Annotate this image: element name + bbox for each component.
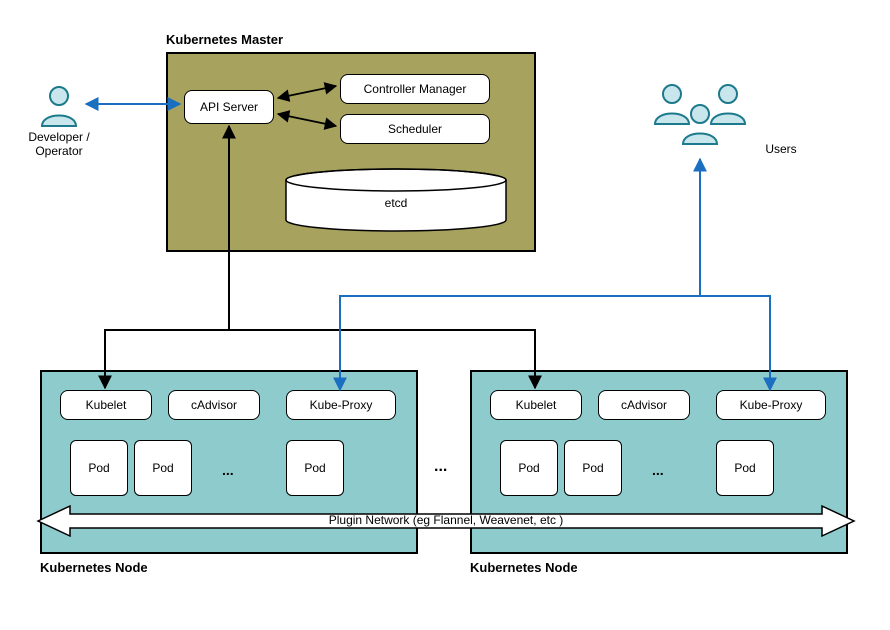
node-left-title: Kubernetes Node: [40, 560, 148, 575]
cadvisor-right: cAdvisor: [598, 390, 690, 420]
pod-right-3: Pod: [716, 440, 774, 496]
kubeproxy-left: Kube-Proxy: [286, 390, 396, 420]
cadvisor-left: cAdvisor: [168, 390, 260, 420]
developer-label: Developer / Operator: [26, 130, 92, 158]
user-icon: [655, 85, 689, 124]
pod-left-3: Pod: [286, 440, 344, 496]
developer-icon: [36, 82, 82, 128]
pod-left-1: Pod: [70, 440, 128, 496]
users-label: Users: [758, 142, 804, 156]
controller-manager-box: Controller Manager: [340, 74, 490, 104]
pod-right-1: Pod: [500, 440, 558, 496]
kubelet-right: Kubelet: [490, 390, 582, 420]
user-icon: [711, 85, 745, 124]
pod-ellipsis-right: ...: [652, 462, 664, 478]
pod-right-2: Pod: [564, 440, 622, 496]
kubeproxy-right: Kube-Proxy: [716, 390, 826, 420]
pod-left-2: Pod: [134, 440, 192, 496]
scheduler-box: Scheduler: [340, 114, 490, 144]
master-title: Kubernetes Master: [166, 32, 283, 47]
api-server-box: API Server: [184, 90, 274, 124]
users-icon: [640, 78, 760, 158]
plugin-network-label: Plugin Network (eg Flannel, Weavenet, et…: [36, 513, 856, 527]
nodes-ellipsis: ...: [434, 458, 447, 476]
kubelet-left: Kubelet: [60, 390, 152, 420]
node-right-title: Kubernetes Node: [470, 560, 578, 575]
pod-ellipsis-left: ...: [222, 462, 234, 478]
etcd-label: etcd: [280, 196, 512, 210]
kubernetes-architecture-diagram: Developer / Operator Users Kubernetes Ma…: [0, 0, 890, 630]
